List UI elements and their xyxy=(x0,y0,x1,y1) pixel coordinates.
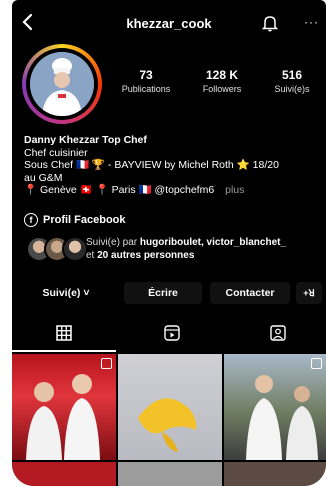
stat-followers[interactable]: 128 K Followers xyxy=(192,68,252,94)
bio-line-title-cont: au G&M xyxy=(24,171,63,184)
stat-followers-count: 128 K xyxy=(205,68,239,82)
stat-publications[interactable]: 73 Publications xyxy=(116,68,176,94)
followed-by-text[interactable]: Suivi(e) par hugoriboulet, victor_blanch… xyxy=(86,236,322,262)
profile-bio: Danny Khezzar Top Chef Chef cuisinier So… xyxy=(24,134,320,197)
bio-line-location: 📍 Genève 🇨🇭 📍 Paris 🇫🇷 @topchefm6 plus xyxy=(24,184,320,197)
facebook-profile-link[interactable]: f Profil Facebook xyxy=(24,213,126,227)
message-button[interactable]: Écrire xyxy=(124,282,202,304)
bio-more-link[interactable]: plus xyxy=(225,184,244,196)
add-person-button[interactable]: +ꓤ xyxy=(296,282,322,304)
stat-publications-label: Publications xyxy=(121,84,171,94)
post-tile[interactable] xyxy=(118,462,222,486)
post-tile[interactable] xyxy=(12,354,116,460)
stat-following[interactable]: 516 Suivi(e)s xyxy=(262,68,322,94)
active-tab-indicator xyxy=(12,350,116,352)
post-tile[interactable] xyxy=(118,354,222,460)
profile-tabs xyxy=(12,320,326,352)
profile-username: khezzar_cook xyxy=(126,16,212,31)
multi-post-icon xyxy=(101,358,112,369)
contact-button[interactable]: Contacter xyxy=(210,282,290,304)
bio-line-title: Sous Chef 🇫🇷 🏆 - BAYVIEW by Michel Roth … xyxy=(24,159,279,171)
mutual-follower-avatars[interactable] xyxy=(26,236,88,262)
stat-following-count: 516 xyxy=(281,68,303,82)
followed-by-prefix: Suivi(e) par xyxy=(86,237,140,248)
top-bar: khezzar_cook ··· xyxy=(12,0,326,44)
following-button[interactable]: Suivi(e) ˅ xyxy=(16,282,116,304)
tagged-icon[interactable] xyxy=(270,325,286,341)
followed-by-suffix: et xyxy=(86,250,98,261)
grid-icon[interactable] xyxy=(56,325,72,341)
avatar[interactable] xyxy=(30,52,94,116)
profile-display-name: Danny Khezzar Top Chef xyxy=(24,134,147,146)
mutual-avatar-3 xyxy=(62,236,88,262)
facebook-icon: f xyxy=(24,213,38,227)
bell-icon[interactable] xyxy=(262,14,278,32)
stat-publications-count: 73 xyxy=(139,68,153,82)
bio-location-text: 📍 Genève 🇨🇭 📍 Paris 🇫🇷 @topchefm6 xyxy=(24,184,215,196)
stat-following-label: Suivi(e)s xyxy=(274,84,310,94)
posts-grid xyxy=(12,354,326,486)
followed-by-names: hugoriboulet, victor_blanchet_ xyxy=(139,237,287,248)
post-tile[interactable] xyxy=(12,462,116,486)
reel-icon xyxy=(311,358,322,369)
facebook-profile-label: Profil Facebook xyxy=(43,214,126,226)
post-tile[interactable] xyxy=(224,462,326,486)
stat-followers-label: Followers xyxy=(202,84,242,94)
more-icon[interactable]: ··· xyxy=(304,15,319,29)
followed-by-others: 20 autres personnes xyxy=(97,250,195,261)
bio-line-category: Chef cuisinier xyxy=(24,146,88,159)
profile-screen: khezzar_cook ··· 73 Publications 128 K F… xyxy=(12,0,326,486)
reels-icon[interactable] xyxy=(164,325,180,341)
post-tile[interactable] xyxy=(224,354,326,460)
